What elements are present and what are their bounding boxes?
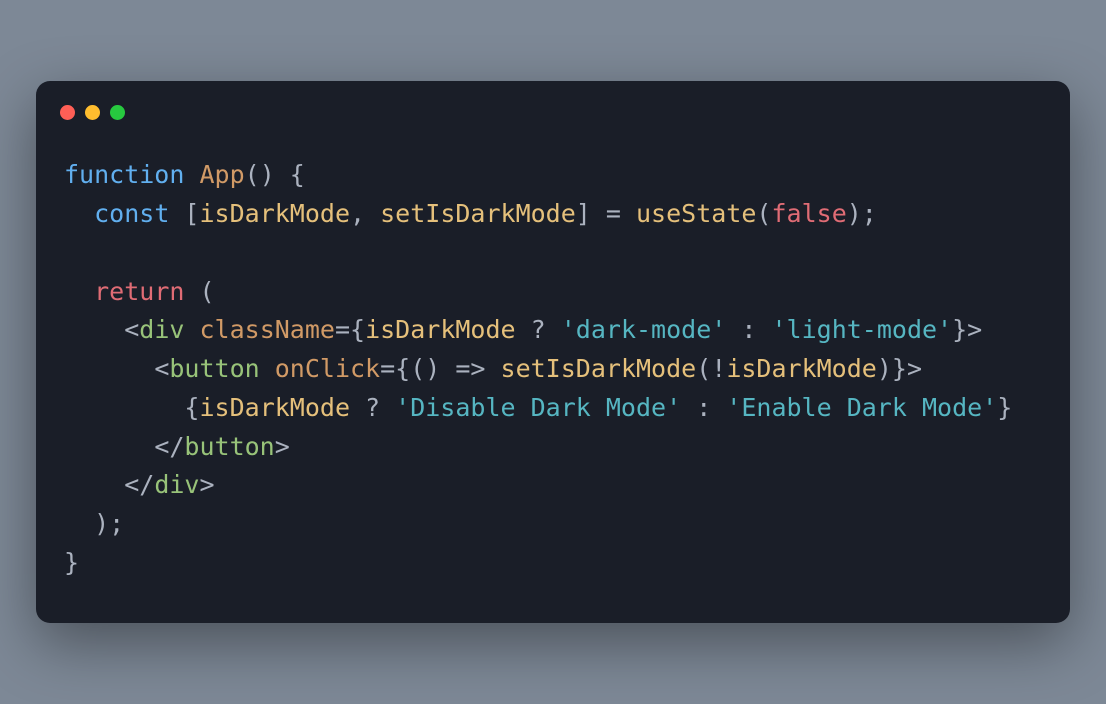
identifier: isDarkMode — [199, 199, 350, 228]
identifier: isDarkMode — [726, 354, 877, 383]
punctuation: ] — [576, 199, 606, 228]
punctuation: ( — [184, 277, 214, 306]
punctuation: > — [199, 470, 214, 499]
punctuation: < — [154, 354, 169, 383]
punctuation: < — [124, 315, 139, 344]
keyword-function: function — [64, 160, 184, 189]
jsx-tag: div — [154, 470, 199, 499]
string: 'Enable Dark Mode' — [726, 393, 997, 422]
code-window: function App() { const [isDarkMode, setI… — [36, 81, 1070, 622]
punctuation: : — [681, 393, 726, 422]
punctuation: { — [184, 393, 199, 422]
punctuation: } — [64, 548, 79, 577]
function-call: setIsDarkMode — [501, 354, 697, 383]
punctuation: ={ — [380, 354, 410, 383]
punctuation: ? — [350, 393, 395, 422]
function-name: App — [199, 160, 244, 189]
code-content: function App() { const [isDarkMode, setI… — [36, 140, 1070, 582]
identifier: isDarkMode — [365, 315, 516, 344]
string: 'light-mode' — [771, 315, 952, 344]
punctuation: , — [350, 199, 380, 228]
punctuation: }> — [952, 315, 982, 344]
operator: ! — [711, 354, 726, 383]
jsx-tag: div — [139, 315, 184, 344]
jsx-tag: button — [169, 354, 259, 383]
keyword-const: const — [94, 199, 169, 228]
punctuation: [ — [169, 199, 199, 228]
punctuation: ); — [94, 509, 124, 538]
punctuation: ); — [847, 199, 877, 228]
punctuation: </ — [124, 470, 154, 499]
string: 'Disable Dark Mode' — [395, 393, 681, 422]
maximize-icon[interactable] — [110, 105, 125, 120]
identifier: setIsDarkMode — [380, 199, 576, 228]
window-controls — [36, 103, 1070, 140]
punctuation: ( — [756, 199, 771, 228]
space — [184, 315, 199, 344]
punctuation: </ — [154, 432, 184, 461]
string: 'dark-mode' — [561, 315, 727, 344]
punctuation: ( — [696, 354, 711, 383]
close-icon[interactable] — [60, 105, 75, 120]
punctuation: ) — [877, 354, 892, 383]
punctuation: ={ — [335, 315, 365, 344]
punctuation: > — [275, 432, 290, 461]
punctuation: }> — [892, 354, 922, 383]
keyword-return: return — [94, 277, 184, 306]
punctuation: } — [997, 393, 1012, 422]
identifier: isDarkMode — [199, 393, 350, 422]
jsx-attr: onClick — [275, 354, 380, 383]
jsx-tag: button — [184, 432, 274, 461]
punctuation: ? — [516, 315, 561, 344]
punctuation: : — [726, 315, 771, 344]
punctuation: () { — [245, 160, 305, 189]
jsx-attr: className — [200, 315, 335, 344]
space — [260, 354, 275, 383]
punctuation: = — [606, 199, 636, 228]
minimize-icon[interactable] — [85, 105, 100, 120]
function-call: useState — [636, 199, 756, 228]
boolean: false — [771, 199, 846, 228]
arrow-function: () => — [410, 354, 500, 383]
